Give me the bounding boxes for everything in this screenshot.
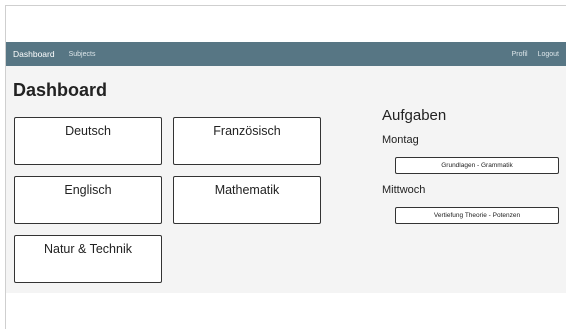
nav-right-group: Profil Logout <box>502 51 559 58</box>
subject-card-englisch[interactable]: Englisch <box>14 176 162 224</box>
main-content: Dashboard Deutsch Französisch Englisch M… <box>6 66 566 293</box>
subject-card-deutsch[interactable]: Deutsch <box>14 117 162 165</box>
task-button-grundlagen-grammatik[interactable]: Grundlagen - Grammatik <box>395 157 559 174</box>
subject-card-label: Englisch <box>64 183 112 197</box>
nav-link-subjects[interactable]: Subjects <box>69 51 96 58</box>
subject-card-label: Französisch <box>213 124 281 138</box>
subject-card-label: Deutsch <box>65 124 111 138</box>
subject-card-franzoesisch[interactable]: Französisch <box>173 117 321 165</box>
day-title-montag: Montag <box>382 134 419 146</box>
nav-link-logout[interactable]: Logout <box>538 51 559 58</box>
nav-link-profil[interactable]: Profil <box>512 51 528 58</box>
task-button-vertiefung-potenzen[interactable]: Vertiefung Theorie - Potenzen <box>395 207 559 224</box>
navbar: Dashboard Subjects Profil Logout <box>6 42 566 66</box>
subject-card-label: Natur & Technik <box>43 242 132 256</box>
subject-card-mathematik[interactable]: Mathematik <box>173 176 321 224</box>
subject-card-natur-technik[interactable]: Natur & Technik <box>14 235 162 283</box>
nav-brand-dashboard[interactable]: Dashboard <box>13 49 55 59</box>
page-title: Dashboard <box>13 80 108 100</box>
tasks-title: Aufgaben <box>382 107 447 124</box>
day-title-mittwoch: Mittwoch <box>382 184 426 196</box>
subject-card-label: Mathematik <box>214 183 280 197</box>
